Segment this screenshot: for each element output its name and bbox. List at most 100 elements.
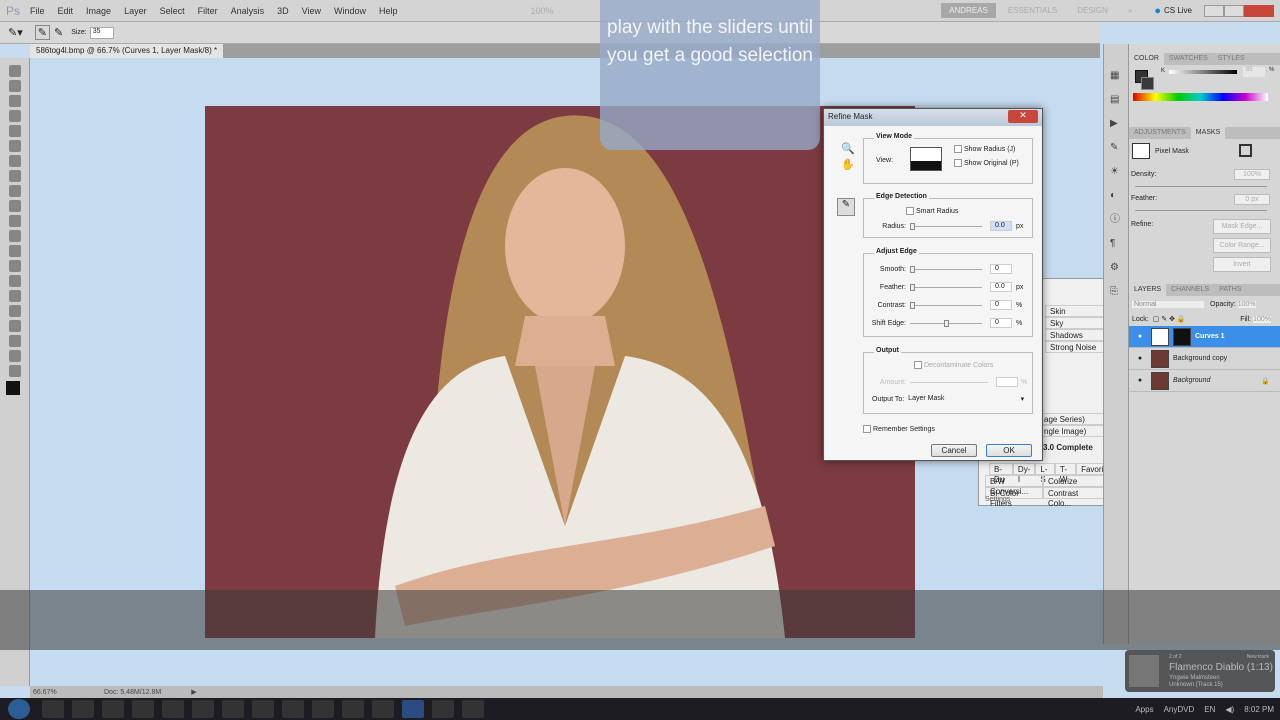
move-tool-icon[interactable] bbox=[9, 65, 21, 77]
tab-paths[interactable]: PATHS bbox=[1214, 284, 1246, 296]
taskbar-app[interactable] bbox=[192, 700, 214, 718]
feather-slider[interactable] bbox=[910, 283, 982, 291]
tab-layers[interactable]: LAYERS bbox=[1129, 284, 1167, 296]
quick-selection-tool-icon[interactable]: ✎▾ bbox=[8, 26, 23, 39]
opacity-input[interactable]: 100% bbox=[1237, 300, 1256, 308]
menu-select[interactable]: Select bbox=[160, 6, 185, 16]
document-image[interactable] bbox=[205, 106, 915, 638]
k-value[interactable]: 85 bbox=[1243, 67, 1265, 77]
path-selection-icon[interactable] bbox=[9, 305, 21, 317]
smart-radius-checkbox[interactable] bbox=[906, 207, 914, 215]
color-range-button[interactable]: Color Range... bbox=[1213, 238, 1271, 253]
menu-window[interactable]: Window bbox=[334, 6, 366, 16]
action-colorize[interactable]: Colorize bbox=[1043, 475, 1107, 487]
crop-tool-icon[interactable] bbox=[9, 125, 21, 137]
density-value[interactable]: 100% bbox=[1234, 169, 1270, 180]
settings-link[interactable]: Settings bbox=[985, 496, 1010, 503]
tab-color[interactable]: COLOR bbox=[1129, 53, 1164, 65]
healing-tool-icon[interactable] bbox=[9, 155, 21, 167]
action-bw-conversion[interactable]: B/W Conversi... bbox=[985, 475, 1043, 496]
history-icon[interactable]: ▤ bbox=[1110, 88, 1122, 112]
mask-thumb[interactable] bbox=[1173, 327, 1191, 346]
add-selection-icon[interactable]: ✎ bbox=[54, 26, 63, 39]
taskbar-app[interactable] bbox=[222, 700, 244, 718]
menu-image[interactable]: Image bbox=[86, 6, 111, 16]
show-original-checkbox[interactable] bbox=[954, 159, 962, 167]
tools-icon[interactable]: ⚙ bbox=[1110, 256, 1122, 280]
status-menu-arrow[interactable]: ▶ bbox=[191, 688, 196, 696]
mask-edge-button[interactable]: Mask Edge... bbox=[1213, 219, 1271, 234]
action-skin[interactable]: Skin bbox=[1045, 305, 1105, 317]
workspace-andreas[interactable]: ANDREAS bbox=[941, 3, 996, 18]
tab-masks[interactable]: MASKS bbox=[1190, 127, 1226, 139]
clock[interactable]: 8:02 PM bbox=[1244, 705, 1274, 714]
pen-tool-icon[interactable] bbox=[9, 275, 21, 287]
dialog-close-button[interactable]: ✕ bbox=[1008, 110, 1038, 123]
smooth-input[interactable]: 0 bbox=[990, 264, 1012, 274]
tab-swatches[interactable]: SWATCHES bbox=[1164, 53, 1213, 65]
taskbar-app[interactable] bbox=[372, 700, 394, 718]
menu-view[interactable]: View bbox=[302, 6, 321, 16]
close-window-button[interactable] bbox=[1244, 4, 1274, 17]
marquee-tool-icon[interactable] bbox=[9, 80, 21, 92]
k-slider[interactable] bbox=[1169, 70, 1237, 74]
paragraph-icon[interactable]: ¶ bbox=[1110, 232, 1122, 256]
foreground-color-swatch[interactable] bbox=[6, 381, 20, 395]
workspace-essentials[interactable]: ESSENTIALS bbox=[1000, 3, 1065, 18]
taskbar-explorer[interactable] bbox=[42, 700, 64, 718]
action-sky[interactable]: Sky bbox=[1045, 317, 1105, 329]
eraser-tool-icon[interactable] bbox=[9, 215, 21, 227]
action-image-series[interactable]: age Series) bbox=[1039, 413, 1105, 425]
tab-t-w[interactable]: T-W bbox=[1054, 463, 1077, 484]
dodge-tool-icon[interactable] bbox=[9, 260, 21, 272]
visibility-eye-icon[interactable]: ● bbox=[1135, 355, 1145, 362]
action-contrast-color[interactable]: Contrast Colo... bbox=[1043, 487, 1107, 508]
info-icon[interactable]: ⓘ bbox=[1110, 208, 1122, 232]
cancel-button[interactable]: Cancel bbox=[931, 444, 977, 457]
taskbar-app[interactable] bbox=[282, 700, 304, 718]
actions-icon[interactable]: ▶ bbox=[1110, 112, 1122, 136]
density-slider[interactable] bbox=[1135, 186, 1267, 187]
minimize-button[interactable] bbox=[1204, 4, 1224, 17]
taskbar-photoshop[interactable] bbox=[402, 700, 424, 718]
menu-analysis[interactable]: Analysis bbox=[231, 6, 265, 16]
contrast-input[interactable]: 0 bbox=[990, 300, 1012, 310]
layer-curves-1[interactable]: ● Curves 1 bbox=[1129, 326, 1280, 348]
feather-value[interactable]: 0 px bbox=[1234, 194, 1270, 205]
blend-mode-select[interactable]: Normal bbox=[1132, 300, 1204, 308]
shift-edge-slider[interactable] bbox=[910, 319, 982, 327]
quick-selection-tool-icon[interactable] bbox=[9, 110, 21, 122]
zoom-level[interactable]: 100% bbox=[531, 6, 554, 16]
background-color[interactable] bbox=[1141, 77, 1154, 90]
action-strong-noise[interactable]: Strong Noise bbox=[1045, 341, 1105, 353]
3d-tool-icon[interactable] bbox=[9, 335, 21, 347]
workspace-design[interactable]: DESIGN bbox=[1069, 3, 1116, 18]
menu-help[interactable]: Help bbox=[379, 6, 398, 16]
anydvd-toolbar[interactable]: AnyDVD bbox=[1164, 705, 1195, 714]
hand-tool-icon[interactable] bbox=[9, 350, 21, 362]
brushes-icon[interactable]: ✎ bbox=[1110, 136, 1122, 160]
styles-icon[interactable]: ◐ bbox=[1110, 184, 1122, 208]
lasso-tool-icon[interactable] bbox=[9, 95, 21, 107]
contrast-slider[interactable] bbox=[910, 301, 982, 309]
feather-input[interactable]: 0.0 bbox=[990, 282, 1012, 292]
visibility-eye-icon[interactable]: ● bbox=[1135, 377, 1145, 384]
taskbar-ie[interactable] bbox=[132, 700, 154, 718]
menu-3d[interactable]: 3D bbox=[277, 6, 289, 16]
tab-dy-i[interactable]: Dy-I bbox=[1012, 463, 1036, 484]
cs-live-button[interactable]: CS Live bbox=[1164, 6, 1192, 15]
shift-edge-input[interactable]: 0 bbox=[990, 318, 1012, 328]
taskbar-app[interactable] bbox=[252, 700, 274, 718]
volume-icon[interactable]: ◀) bbox=[1225, 705, 1234, 714]
blur-tool-icon[interactable] bbox=[9, 245, 21, 257]
tab-adjustments[interactable]: ADJUSTMENTS bbox=[1129, 127, 1191, 139]
language-indicator[interactable]: EN bbox=[1204, 705, 1215, 714]
brush-tool-icon[interactable] bbox=[9, 170, 21, 182]
start-button[interactable] bbox=[8, 699, 30, 719]
output-to-select[interactable]: Layer Mask ▾ bbox=[908, 395, 1024, 403]
type-tool-icon[interactable] bbox=[9, 290, 21, 302]
restore-button[interactable] bbox=[1224, 4, 1244, 17]
menu-edit[interactable]: Edit bbox=[58, 6, 74, 16]
tab-l-s[interactable]: L-S bbox=[1035, 463, 1055, 484]
layer-background-copy[interactable]: ● Background copy bbox=[1129, 348, 1280, 370]
